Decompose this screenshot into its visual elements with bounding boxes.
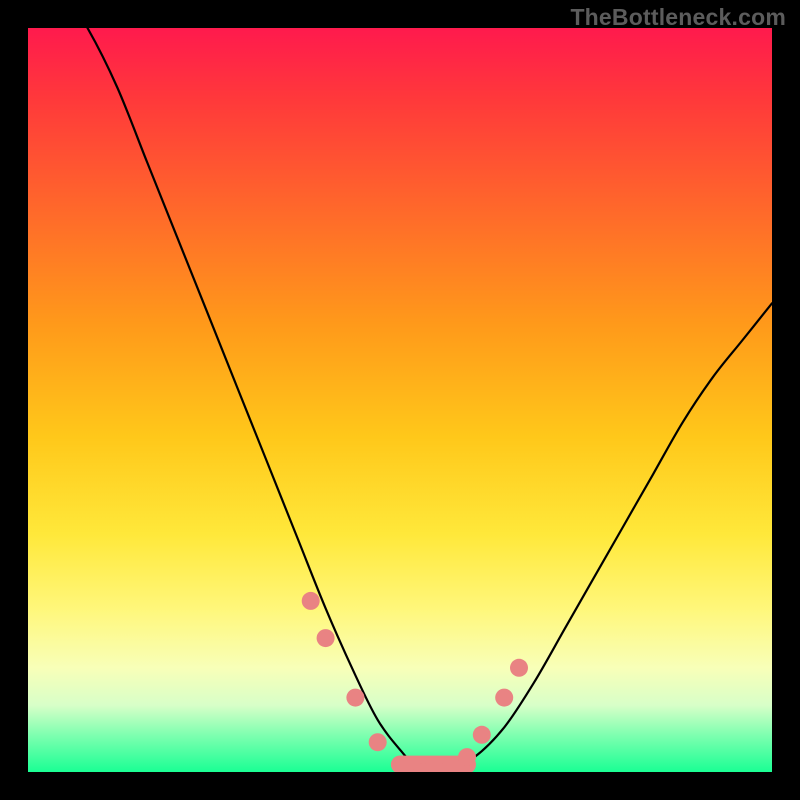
curve-marker bbox=[473, 726, 491, 744]
chart-plot-area bbox=[28, 28, 772, 772]
chart-svg bbox=[28, 28, 772, 772]
chart-frame: TheBottleneck.com bbox=[0, 0, 800, 800]
curve-markers bbox=[302, 592, 528, 772]
curve-marker bbox=[495, 689, 513, 707]
curve-marker bbox=[369, 733, 387, 751]
curve-marker bbox=[346, 689, 364, 707]
curve-marker bbox=[510, 659, 528, 677]
curve-marker bbox=[317, 629, 335, 647]
bottleneck-curve bbox=[58, 28, 772, 772]
chart-plot-inner bbox=[28, 28, 772, 772]
curve-marker bbox=[302, 592, 320, 610]
attribution-label: TheBottleneck.com bbox=[570, 4, 786, 31]
curve-marker bbox=[458, 748, 476, 766]
